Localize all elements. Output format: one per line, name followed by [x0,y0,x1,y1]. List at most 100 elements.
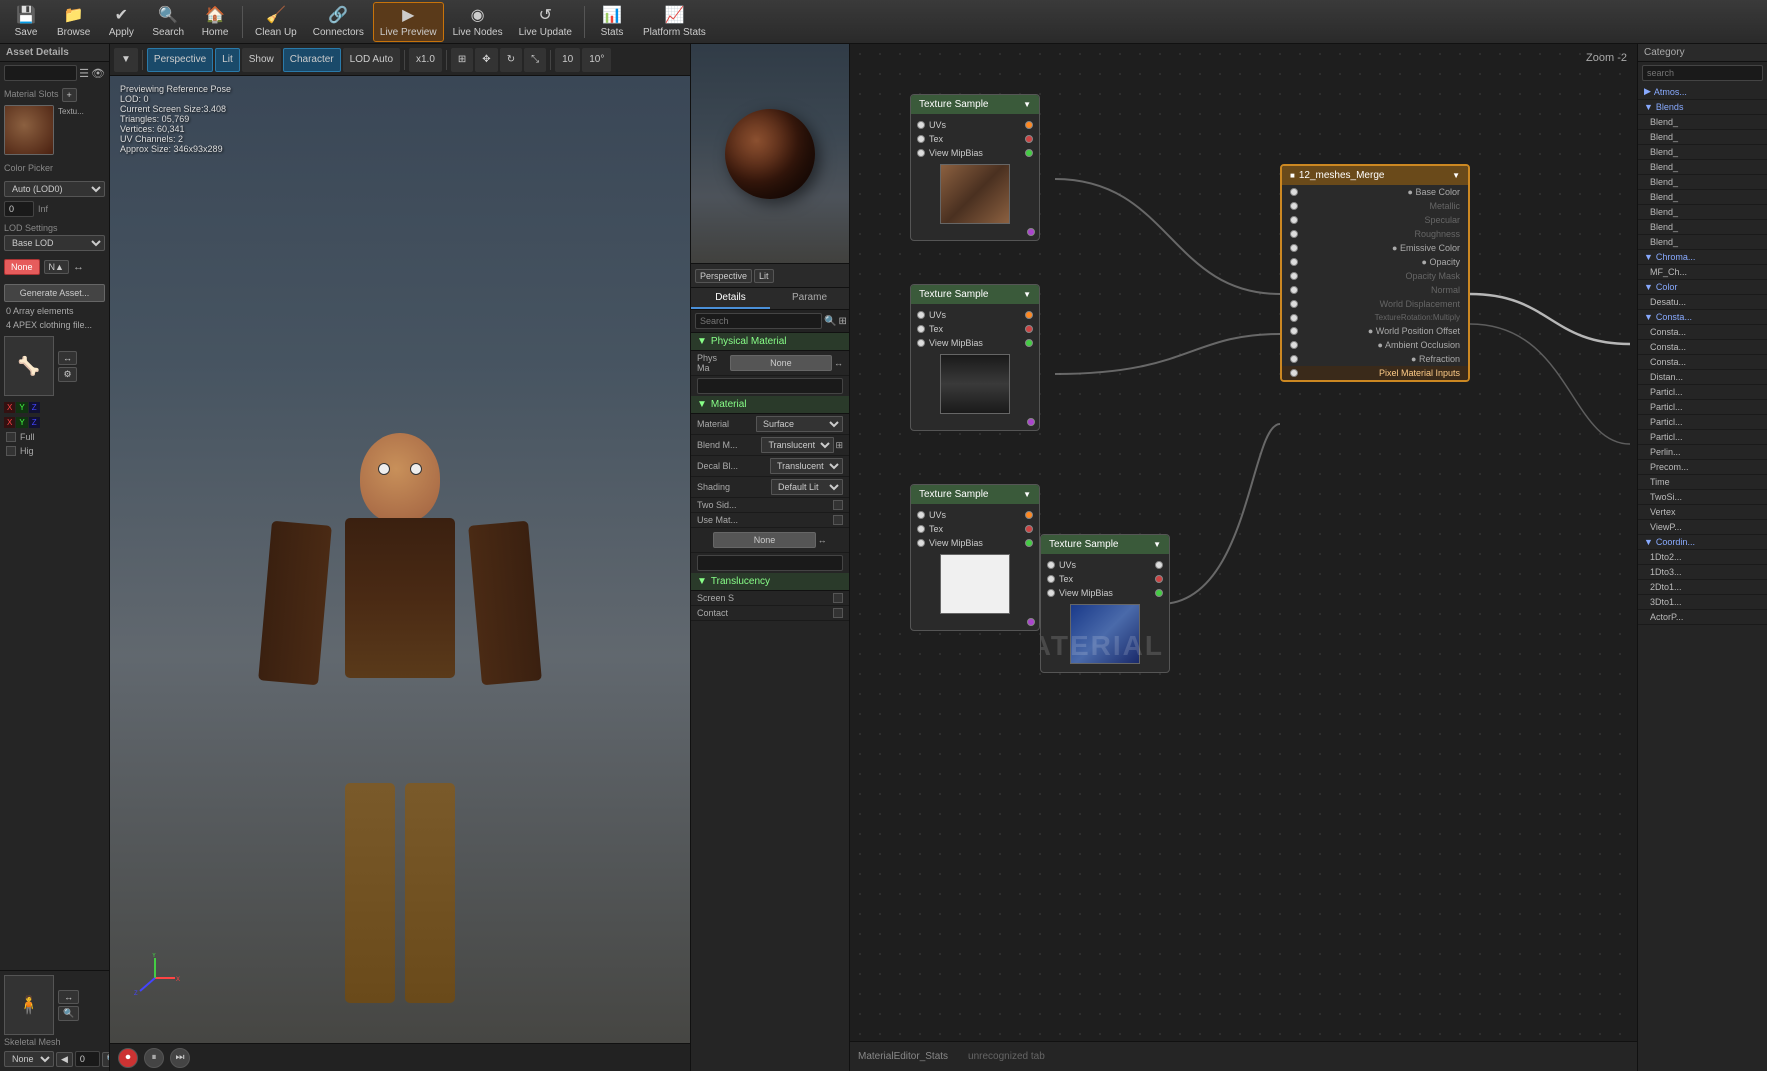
subsurface-arrow[interactable]: ↔ [818,535,827,545]
merge-node[interactable]: ■ 12_meshes_Merge ▼ ● Base Color Metalli… [1280,164,1470,382]
search-icon-details[interactable]: 🔍 [824,316,836,327]
eye-icon[interactable]: 👁 [91,67,105,80]
physics-none-dropdown[interactable]: None [4,1051,54,1067]
blend-item-6[interactable]: Blend_ [1638,190,1767,205]
contact-checkbox[interactable] [833,608,843,618]
hig-checkbox[interactable] [6,446,16,456]
fov-button[interactable]: 10° [582,48,611,72]
consta-item-1[interactable]: Consta... [1638,325,1767,340]
search-button[interactable]: 🔍 Search [145,2,191,42]
blend-item-8[interactable]: Blend_ [1638,220,1767,235]
lod-auto-button[interactable]: LOD Auto [343,48,400,72]
shading-dropdown[interactable]: Default Lit Unlit Subsurface [771,479,843,495]
blend-item-4[interactable]: Blend_ [1638,160,1767,175]
consta-item-7[interactable]: Particl... [1638,415,1767,430]
3dto1-item[interactable]: 3Dto1... [1638,595,1767,610]
x-axis-button[interactable]: X [4,402,15,413]
asset-search-input[interactable] [4,65,77,81]
base-lod-dropdown[interactable]: Base LOD [4,235,105,251]
chroma-item-1[interactable]: MF_Ch... [1638,265,1767,280]
blend-item-3[interactable]: Blend_ [1638,145,1767,160]
tex-node-3-header[interactable]: Texture Sample ▼ [911,485,1039,504]
x-axis-button-2[interactable]: X [4,417,15,428]
merge-node-header[interactable]: ■ 12_meshes_Merge ▼ [1282,166,1468,185]
move-button[interactable]: ✥ [475,48,497,72]
subsurface-none-button[interactable]: None [713,532,815,548]
use-mat-checkbox[interactable] [833,515,843,525]
generate-asset-button[interactable]: Generate Asset... [4,284,105,302]
stats-button[interactable]: 📊 Stats [590,2,634,42]
skeleton-settings-button[interactable]: ⚙ [58,367,77,382]
grid-icon-details[interactable]: ⊞ [838,316,846,327]
show-button[interactable]: Show [242,48,281,72]
play-button[interactable]: ⏺ [118,1048,138,1068]
translucency-section-header[interactable]: ▼ Translucency [691,573,849,591]
platform-stats-button[interactable]: 📈 Platform Stats [636,2,713,42]
tex-node-3-expand[interactable]: ▼ [1023,490,1031,499]
lod-dropdown[interactable]: Auto (LOD0) [4,181,105,197]
blend-item-5[interactable]: Blend_ [1638,175,1767,190]
mid-perspective-button[interactable]: Perspective [695,269,752,283]
mat-stats-tab-label[interactable]: MaterialEditor_Stats [858,1051,948,1062]
add-material-slot-button[interactable]: + [62,88,77,102]
browse-button[interactable]: 📁 Browse [50,2,97,42]
live-update-button[interactable]: ↺ Live Update [512,2,579,42]
lit-button[interactable]: Lit [215,48,240,72]
consta-item-5[interactable]: Particl... [1638,385,1767,400]
material-dropdown[interactable]: Surface Deferred Decal Light Function Vo… [756,416,843,432]
tex-node-4-expand[interactable]: ▼ [1153,540,1161,549]
n-up-button[interactable]: N▲ [44,260,69,274]
phys-ma-none-button[interactable]: None [730,355,832,371]
palette-color-header[interactable]: ▼ Color [1638,280,1767,295]
blend-mode-dropdown[interactable]: Translucent Opaque Masked Additive [761,437,834,453]
viewp-item[interactable]: ViewP... [1638,520,1767,535]
connectors-button[interactable]: 🔗 Connectors [306,2,371,42]
palette-atmos-header[interactable]: ▶ Atmos... [1638,84,1767,100]
mid-viewport[interactable] [691,44,849,264]
blend-item-1[interactable]: Blend_ [1638,115,1767,130]
mid-lit-button[interactable]: Lit [754,269,774,283]
y-axis-button-2[interactable]: Y [16,417,27,428]
decal-blend-dropdown[interactable]: Translucent [770,458,843,474]
tex-node-1-expand[interactable]: ▼ [1023,100,1031,109]
consta-item-4[interactable]: Distan... [1638,370,1767,385]
subsurface-search[interactable] [697,555,843,571]
vertex-item[interactable]: Vertex [1638,505,1767,520]
fov-display-button[interactable]: 10 [555,48,580,72]
two-sided-checkbox[interactable] [833,500,843,510]
texture-sample-node-2[interactable]: Texture Sample ▼ UVs Tex [910,284,1040,431]
texture-sample-node-1[interactable]: Texture Sample ▼ UVs Tex [910,94,1040,241]
scale-tool-button[interactable]: ⤡ [524,48,546,72]
tex-node-1-header[interactable]: Texture Sample ▼ [911,95,1039,114]
pause-button[interactable]: ⏸ [144,1048,164,1068]
viewport-menu-button[interactable]: ▼ [114,48,138,72]
physical-material-section-header[interactable]: ▼ Physical Material [691,333,849,351]
actorp-item[interactable]: ActorP... [1638,610,1767,625]
palette-search-input[interactable] [1642,65,1763,81]
1dto2-item[interactable]: 1Dto2... [1638,550,1767,565]
num-input[interactable] [4,201,34,217]
material-thumbnail[interactable] [4,105,54,155]
save-button[interactable]: 💾 Save [4,2,48,42]
perlin-item[interactable]: Perlin... [1638,445,1767,460]
live-preview-button[interactable]: ▶ Live Preview [373,2,444,42]
tab-details[interactable]: Details [691,288,770,309]
material-section-header[interactable]: ▼ Material [691,396,849,414]
consta-item-6[interactable]: Particl... [1638,400,1767,415]
merge-expand[interactable]: ▼ [1452,171,1460,180]
y-axis-button[interactable]: Y [16,402,27,413]
palette-coordin-header[interactable]: ▼ Coordin... [1638,535,1767,550]
none-button[interactable]: None [4,259,40,275]
search-button-2[interactable]: 🔍 [102,1052,110,1067]
character-button[interactable]: Character [283,48,341,72]
tex-node-2-header[interactable]: Texture Sample ▼ [911,285,1039,304]
char-expand-button[interactable]: ↔ [58,990,79,1004]
full-checkbox[interactable] [6,432,16,442]
tex-node-4-header[interactable]: Texture Sample ▼ [1041,535,1169,554]
consta-item-3[interactable]: Consta... [1638,355,1767,370]
details-search-input[interactable] [695,313,822,329]
tex-node-2-expand[interactable]: ▼ [1023,290,1031,299]
time-item[interactable]: Time [1638,475,1767,490]
palette-blends-header[interactable]: ▼ Blends [1638,100,1767,115]
tab-params[interactable]: Parame [770,288,849,309]
